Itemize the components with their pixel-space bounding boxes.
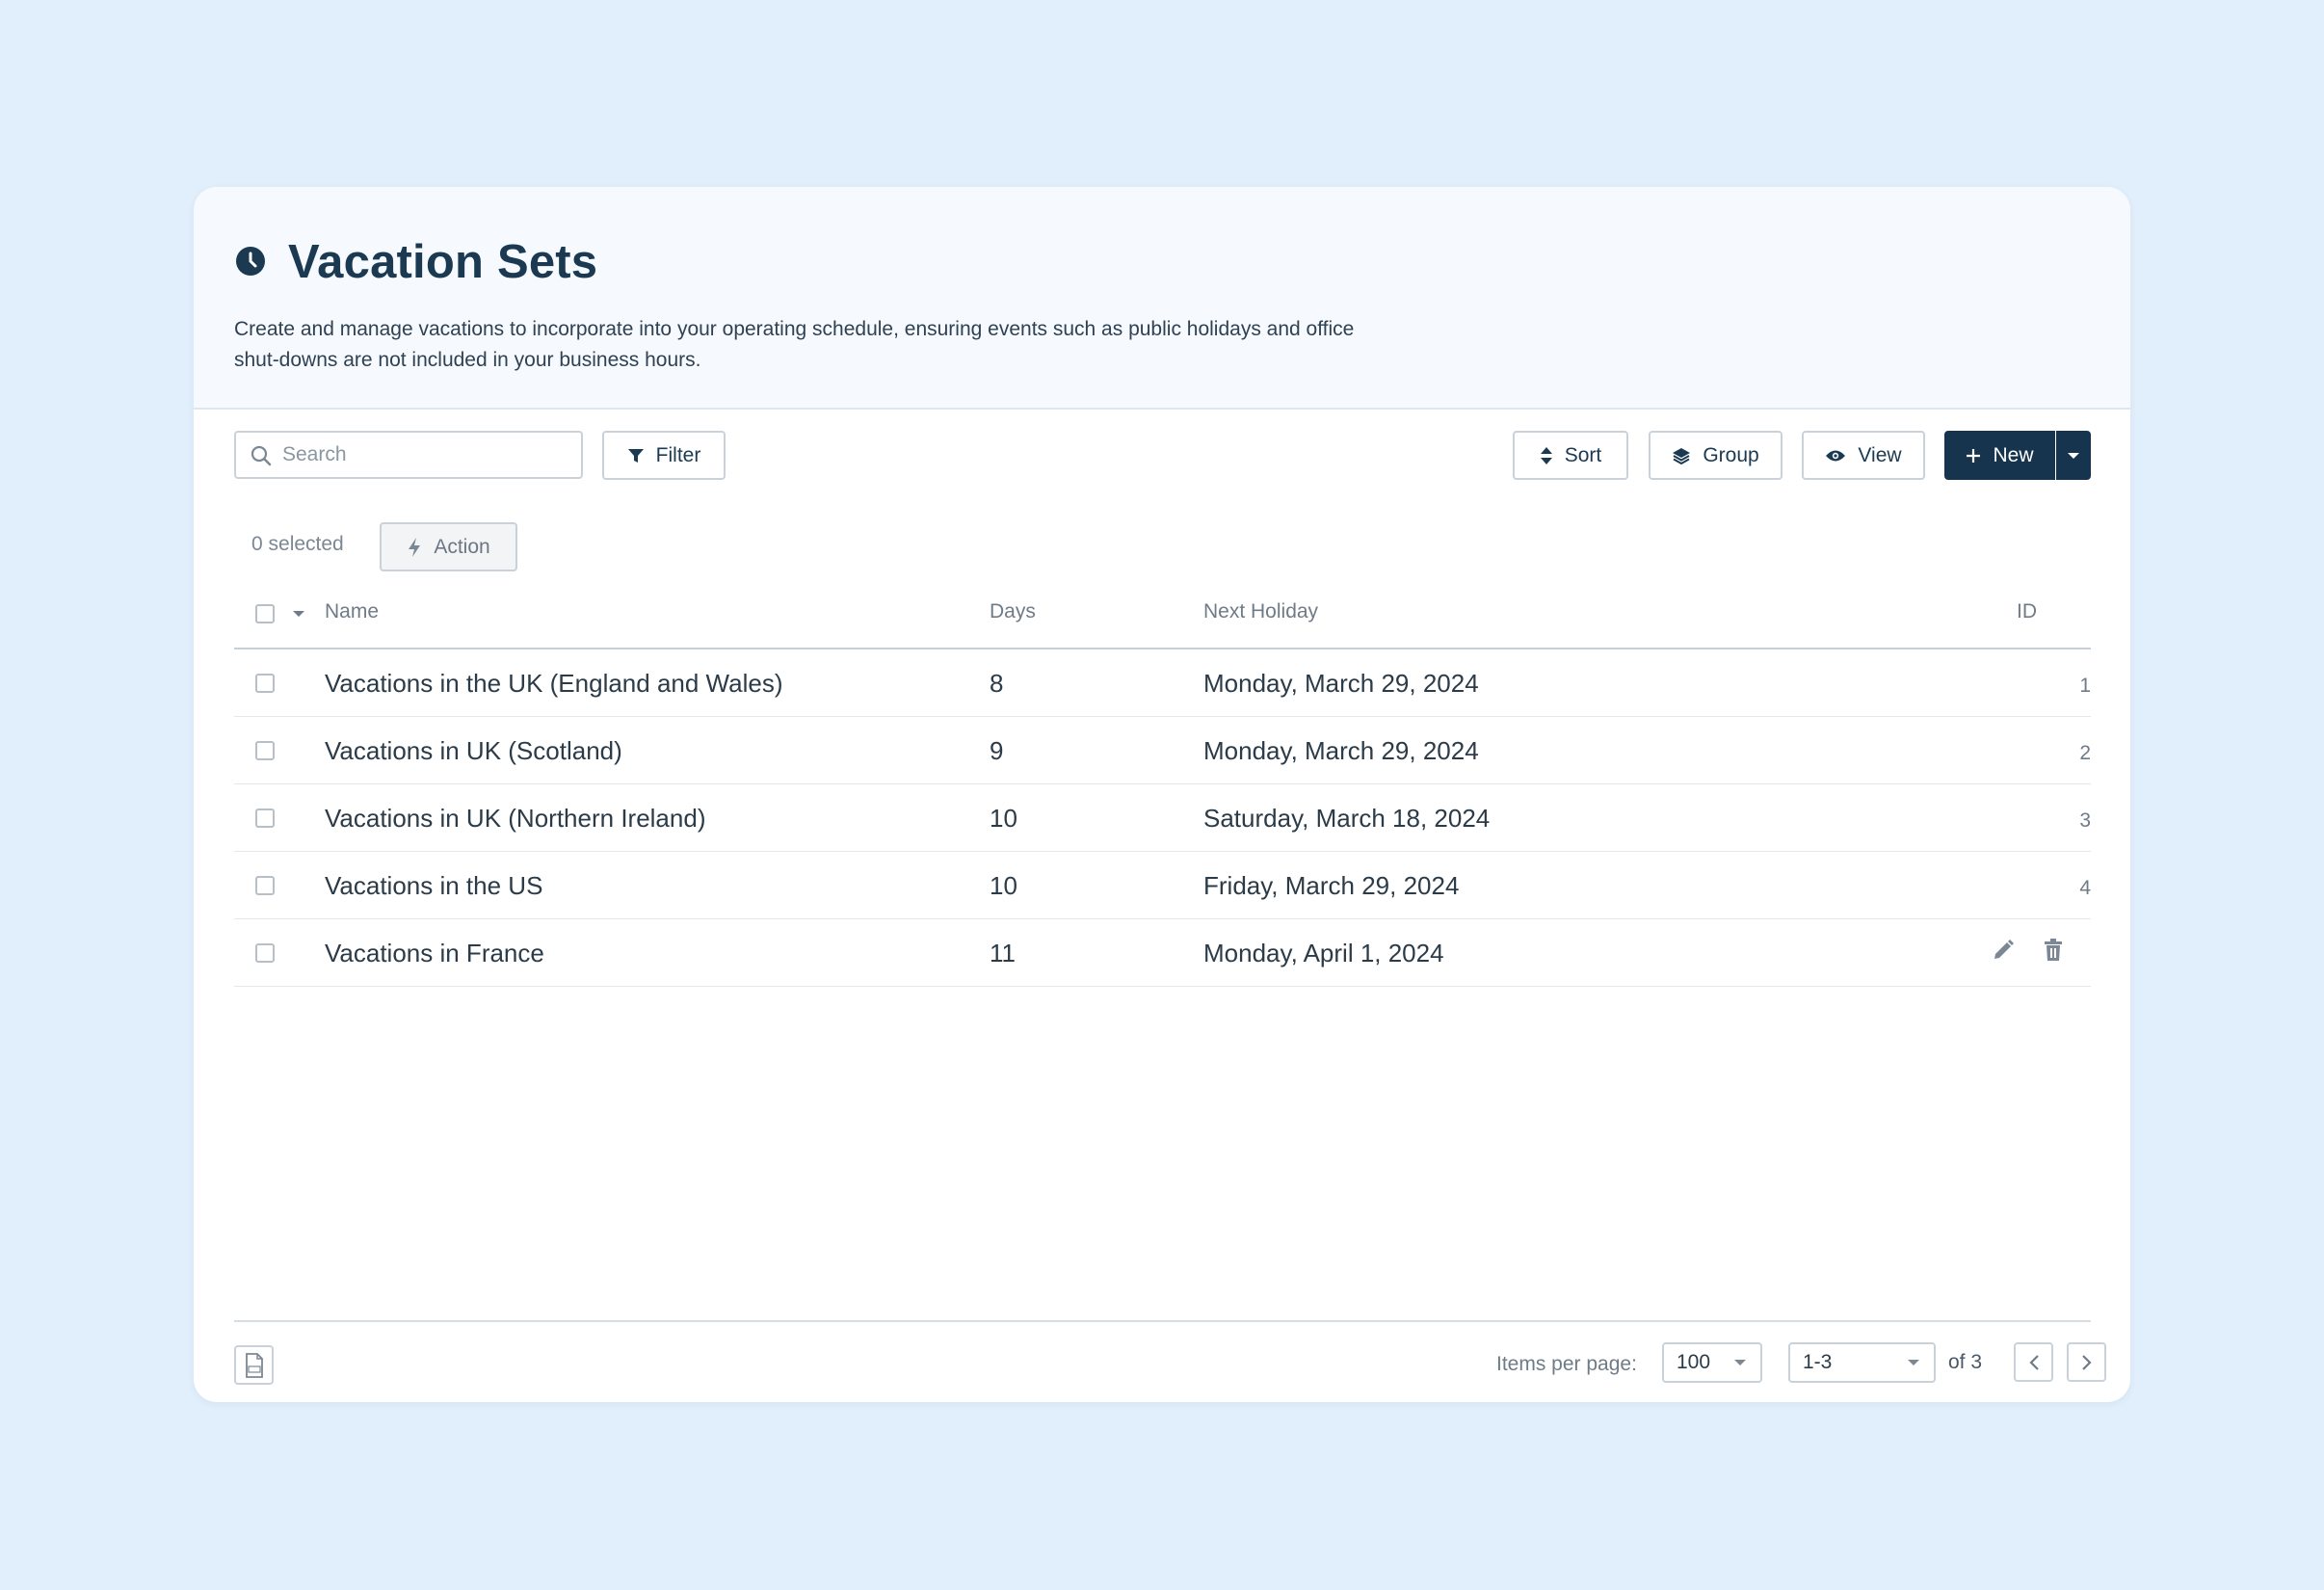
table-row[interactable]: Vacations in France 11 Monday, April 1, … [234,919,2091,987]
row-next-holiday: Monday, March 29, 2024 [1203,736,1479,765]
row-name: Vacations in France [325,939,544,967]
new-label: New [1993,443,2034,466]
page-title: Vacation Sets [288,236,598,288]
layers-icon [1673,447,1691,464]
page-range-value: 1-3 [1803,1351,1833,1373]
next-page-button[interactable] [2067,1342,2106,1382]
column-header-id[interactable]: ID [2017,600,2037,623]
csv-file-icon [245,1352,263,1378]
row-name: Vacations in the US [325,871,543,900]
caret-down-icon [1734,1360,1746,1365]
row-name: Vacations in UK (Northern Ireland) [325,804,706,833]
footer-divider [234,1320,2091,1322]
row-days: 10 [990,804,1017,833]
column-header-next-holiday[interactable]: Next Holiday [1203,600,1318,623]
row-checkbox[interactable] [255,808,275,828]
eye-icon [1826,450,1846,461]
vacation-sets-card: Vacation Sets Create and manage vacation… [194,187,2130,1402]
table-row[interactable]: Vacations in the US 10 Friday, March 29,… [234,852,2091,919]
row-next-holiday: Monday, April 1, 2024 [1203,939,1444,967]
items-per-page-select[interactable]: 100 [1662,1342,1762,1383]
row-next-holiday: Friday, March 29, 2024 [1203,871,1460,900]
lightning-icon [409,537,421,557]
trash-icon[interactable] [2044,939,2063,962]
items-per-page-value: 100 [1677,1351,1711,1373]
chevron-left-icon [2028,1354,2039,1370]
row-checkbox[interactable] [255,943,275,963]
row-next-holiday: Saturday, March 18, 2024 [1203,804,1491,833]
selected-count: 0 selected [251,533,344,555]
page-total: of 3 [1948,1351,1983,1373]
row-actions [1992,939,2063,962]
caret-down-icon [2068,452,2079,459]
action-label: Action [434,535,490,558]
row-id: 1 [2079,675,2091,697]
group-button[interactable]: Group [1649,431,1783,480]
clock-icon [236,247,265,276]
chevron-right-icon [2081,1354,2092,1370]
view-button[interactable]: View [1802,431,1925,480]
filter-icon [627,448,644,463]
row-days: 8 [990,669,1004,698]
vacation-table: Name Days Next Holiday ID Vacations in t… [234,577,2091,987]
action-button[interactable]: Action [380,522,517,571]
table-row[interactable]: Vacations in the UK (England and Wales) … [234,649,2091,717]
row-id: 3 [2079,809,2091,832]
export-csv-button[interactable] [234,1345,274,1385]
caret-down-icon [1908,1360,1919,1365]
row-checkbox[interactable] [255,741,275,760]
caret-down-icon[interactable] [292,610,305,618]
pencil-icon[interactable] [1992,939,2015,962]
previous-page-button[interactable] [2014,1342,2053,1382]
search-icon [251,445,272,466]
table-header: Name Days Next Holiday ID [234,577,2091,649]
row-days: 10 [990,871,1017,900]
row-checkbox[interactable] [255,876,275,895]
row-days: 11 [990,939,1016,967]
row-name: Vacations in UK (Scotland) [325,736,622,765]
column-header-days[interactable]: Days [990,600,1036,623]
view-label: View [1858,443,1902,466]
sort-label: Sort [1564,443,1602,466]
search-input[interactable] [282,440,571,469]
group-label: Group [1703,443,1759,466]
filter-button[interactable]: Filter [602,431,726,480]
row-id: 2 [2079,742,2091,764]
select-all-checkbox[interactable] [255,604,275,623]
row-name: Vacations in the UK (England and Wales) [325,669,783,698]
new-button[interactable]: New [1944,431,2055,480]
page-header: Vacation Sets Create and manage vacation… [194,187,2130,410]
filter-label: Filter [655,443,701,466]
sort-button[interactable]: Sort [1513,431,1628,480]
page-description: Create and manage vacations to incorpora… [234,318,1355,371]
plus-icon [1967,448,1981,463]
page-range-select[interactable]: 1-3 [1788,1342,1936,1383]
table-row[interactable]: Vacations in UK (Northern Ireland) 10 Sa… [234,784,2091,852]
row-checkbox[interactable] [255,674,275,693]
search-box[interactable] [234,431,583,479]
sort-icon [1540,446,1552,464]
row-next-holiday: Monday, March 29, 2024 [1203,669,1479,698]
items-per-page-label: Items per page: [1496,1353,1637,1375]
row-id: 4 [2079,877,2091,899]
table-row[interactable]: Vacations in UK (Scotland) 9 Monday, Mar… [234,717,2091,784]
row-days: 9 [990,736,1004,765]
new-dropdown-button[interactable] [2056,431,2091,480]
column-header-name[interactable]: Name [325,600,379,623]
